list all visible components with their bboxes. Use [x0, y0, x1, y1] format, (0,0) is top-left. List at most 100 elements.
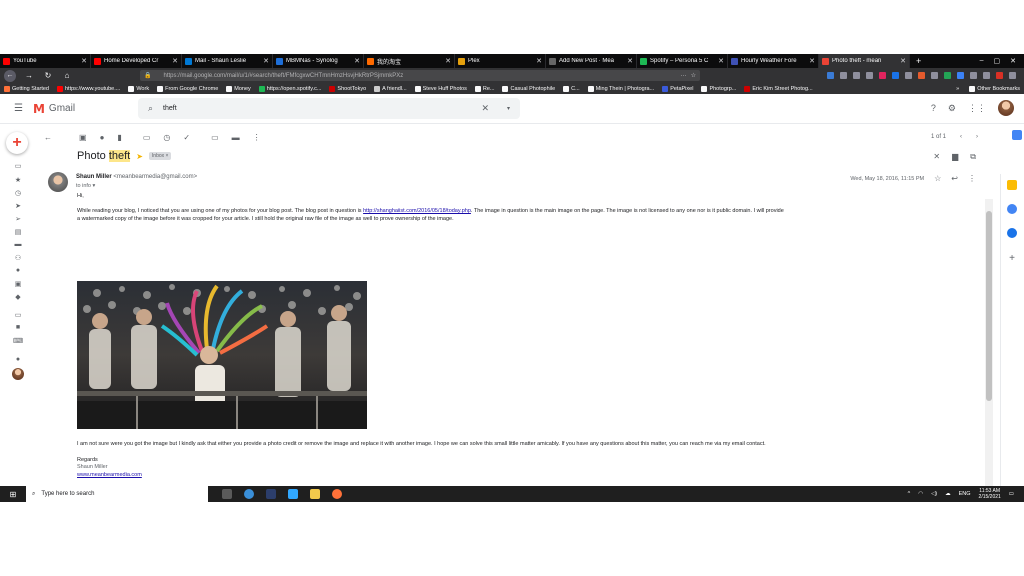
page-actions-icon[interactable]: ··· — [681, 73, 687, 79]
sent-icon[interactable]: ➢ — [13, 215, 23, 223]
bookmark-item[interactable]: Money — [226, 85, 251, 92]
bookmark-item[interactable]: A friendl... — [374, 85, 407, 92]
tab-close-icon[interactable]: ✕ — [536, 57, 542, 65]
file-explorer-icon[interactable] — [310, 489, 320, 499]
other-bookmarks[interactable]: Other Bookmarks — [969, 85, 1020, 92]
meet-new-icon[interactable]: ▭ — [13, 311, 23, 319]
tab-close-icon[interactable]: ✕ — [81, 57, 87, 65]
browser-tab[interactable]: 我的淘宝 ✕ — [364, 54, 455, 68]
browser-tab[interactable]: Plex ✕ — [455, 54, 546, 68]
extension-grey3-icon[interactable] — [983, 72, 990, 79]
tab-close-icon[interactable]: ✕ — [809, 57, 815, 65]
firefox-icon[interactable] — [332, 489, 342, 499]
minimize-icon[interactable]: – — [980, 57, 984, 65]
taskbar-search-box[interactable]: ⌕ Type here to search — [26, 486, 208, 502]
compose-button[interactable]: + — [6, 132, 28, 154]
extension-grey2-icon[interactable] — [970, 72, 977, 79]
extension-green-icon[interactable] — [944, 72, 951, 79]
forums-icon[interactable]: ▣ — [13, 280, 23, 288]
network-icon[interactable]: ◠ — [918, 491, 923, 497]
close-window-icon[interactable]: ✕ — [1010, 57, 1016, 65]
bookmark-item[interactable]: C... — [563, 85, 580, 92]
blog-post-link[interactable]: http://shanghaiist.com/2016/05/18/today.… — [363, 208, 471, 214]
mark-unread-icon[interactable]: ▭ — [143, 133, 151, 142]
volume-icon[interactable]: ◁) — [931, 491, 937, 497]
notifications-icon[interactable]: ▭ — [1009, 491, 1014, 497]
social-icon[interactable]: ⚇ — [13, 254, 23, 262]
collapse-all-icon[interactable]: ✕ — [933, 152, 940, 162]
star-icon[interactable]: ☆ — [934, 174, 941, 183]
extension-orange-icon[interactable] — [918, 72, 925, 79]
labels-icon[interactable]: ▬ — [232, 133, 240, 142]
extension-blue2-icon[interactable] — [957, 72, 964, 79]
reply-icon[interactable]: ↩ — [951, 174, 958, 183]
bookmarks-overflow-icon[interactable]: » — [956, 86, 959, 92]
browser-tab[interactable]: YouTube ✕ — [0, 54, 91, 68]
inbox-label-chip[interactable]: Inbox × — [148, 152, 172, 160]
help-icon[interactable]: ? — [931, 103, 936, 113]
extension-red-icon[interactable] — [879, 72, 886, 79]
gmail-logo[interactable]: M Gmail — [33, 102, 75, 116]
calendar-icon[interactable] — [1012, 130, 1022, 140]
scrollbar[interactable] — [985, 199, 993, 486]
scrollbar-thumb[interactable] — [986, 211, 992, 401]
promotions-icon[interactable]: ◆ — [13, 293, 23, 301]
snooze-icon[interactable]: ◷ — [163, 133, 170, 142]
lightroom-icon[interactable] — [266, 489, 276, 499]
extension-grey-icon[interactable] — [905, 72, 912, 79]
extension-blue-icon[interactable] — [892, 72, 899, 79]
search-input[interactable]: theft — [163, 105, 481, 112]
tray-overflow-icon[interactable]: ^ — [908, 491, 911, 497]
meet-video-icon[interactable]: ■ — [13, 324, 23, 331]
add-addon-icon[interactable]: + — [1007, 254, 1017, 264]
bookmark-item[interactable]: https://www.youtube.... — [57, 85, 120, 92]
snoozed-icon[interactable]: ◷ — [13, 189, 23, 197]
clock[interactable]: 11:53 AM 2/15/2021 — [979, 488, 1001, 500]
bookmark-item[interactable]: From Google Chrome — [157, 85, 218, 92]
bookmark-item[interactable]: ShootTokyo — [329, 85, 366, 92]
browser-tab[interactable]: Hourly Weather Fore ✕ — [728, 54, 819, 68]
bookmark-item[interactable]: PetaPixel — [662, 85, 693, 92]
sender-avatar[interactable] — [48, 172, 68, 192]
bookmark-item[interactable]: Ming Thein | Photogra... — [587, 85, 654, 92]
language-indicator[interactable]: ENG — [959, 491, 971, 497]
starred-icon[interactable]: ★ — [13, 176, 23, 184]
menu-icon[interactable] — [1009, 72, 1016, 79]
bookmark-star-icon[interactable]: ☆ — [691, 72, 696, 79]
sender-name[interactable]: Shaun Miller — [76, 174, 112, 180]
onedrive-icon[interactable]: ☁ — [945, 491, 951, 497]
report-spam-icon[interactable]: ● — [100, 133, 105, 142]
browser-tab[interactable]: Home Developed Cr ✕ — [91, 54, 182, 68]
browser-tab[interactable]: Photo theft - mean ✕ — [819, 54, 910, 68]
url-bar[interactable]: 🔒 https://mail.google.com/mail/u/1/#sear… — [140, 70, 700, 81]
new-tab-button[interactable]: + — [910, 56, 927, 66]
maximize-icon[interactable]: ▢ — [994, 57, 1001, 65]
search-options-icon[interactable]: ▾ — [507, 105, 510, 112]
bookmark-item[interactable]: Work — [128, 85, 149, 92]
settings-gear-icon[interactable]: ⚙ — [948, 103, 956, 114]
bookmark-item[interactable]: Photogrp... — [701, 85, 736, 92]
clear-search-icon[interactable]: ✕ — [481, 103, 489, 114]
edge-browser-icon[interactable] — [244, 489, 254, 499]
browser-tab[interactable]: Mail - Shaun Leslie ✕ — [182, 54, 273, 68]
recipient-details[interactable]: to info ▾ — [76, 183, 95, 189]
bookmark-item[interactable]: Getting Started — [4, 85, 49, 92]
tasks-icon[interactable] — [1007, 204, 1017, 214]
archive-icon[interactable]: ▣ — [79, 133, 87, 142]
tab-close-icon[interactable]: ✕ — [445, 57, 451, 65]
updates-icon[interactable]: ● — [13, 267, 23, 274]
browser-tab[interactable]: Spotify – Persona 5 C ✕ — [637, 54, 728, 68]
more-actions-icon[interactable]: ⋮ — [253, 133, 261, 142]
task-view-icon[interactable] — [222, 489, 232, 499]
bookmark-item[interactable]: Eric Kim Street Photog... — [744, 85, 813, 92]
hangouts-avatar[interactable] — [12, 368, 24, 380]
tab-close-icon[interactable]: ✕ — [354, 57, 360, 65]
apps-grid-icon[interactable]: ⋮⋮ — [968, 103, 986, 114]
keep-icon[interactable] — [1007, 180, 1017, 190]
bookmark-item[interactable]: https://open.spotify.c... — [258, 85, 321, 92]
account-icon[interactable] — [866, 72, 873, 79]
move-to-icon[interactable]: ▭ — [211, 133, 219, 142]
tab-close-icon[interactable]: ✕ — [627, 57, 633, 65]
tab-close-icon[interactable]: ✕ — [900, 57, 906, 65]
forward-icon[interactable]: → — [23, 71, 35, 80]
